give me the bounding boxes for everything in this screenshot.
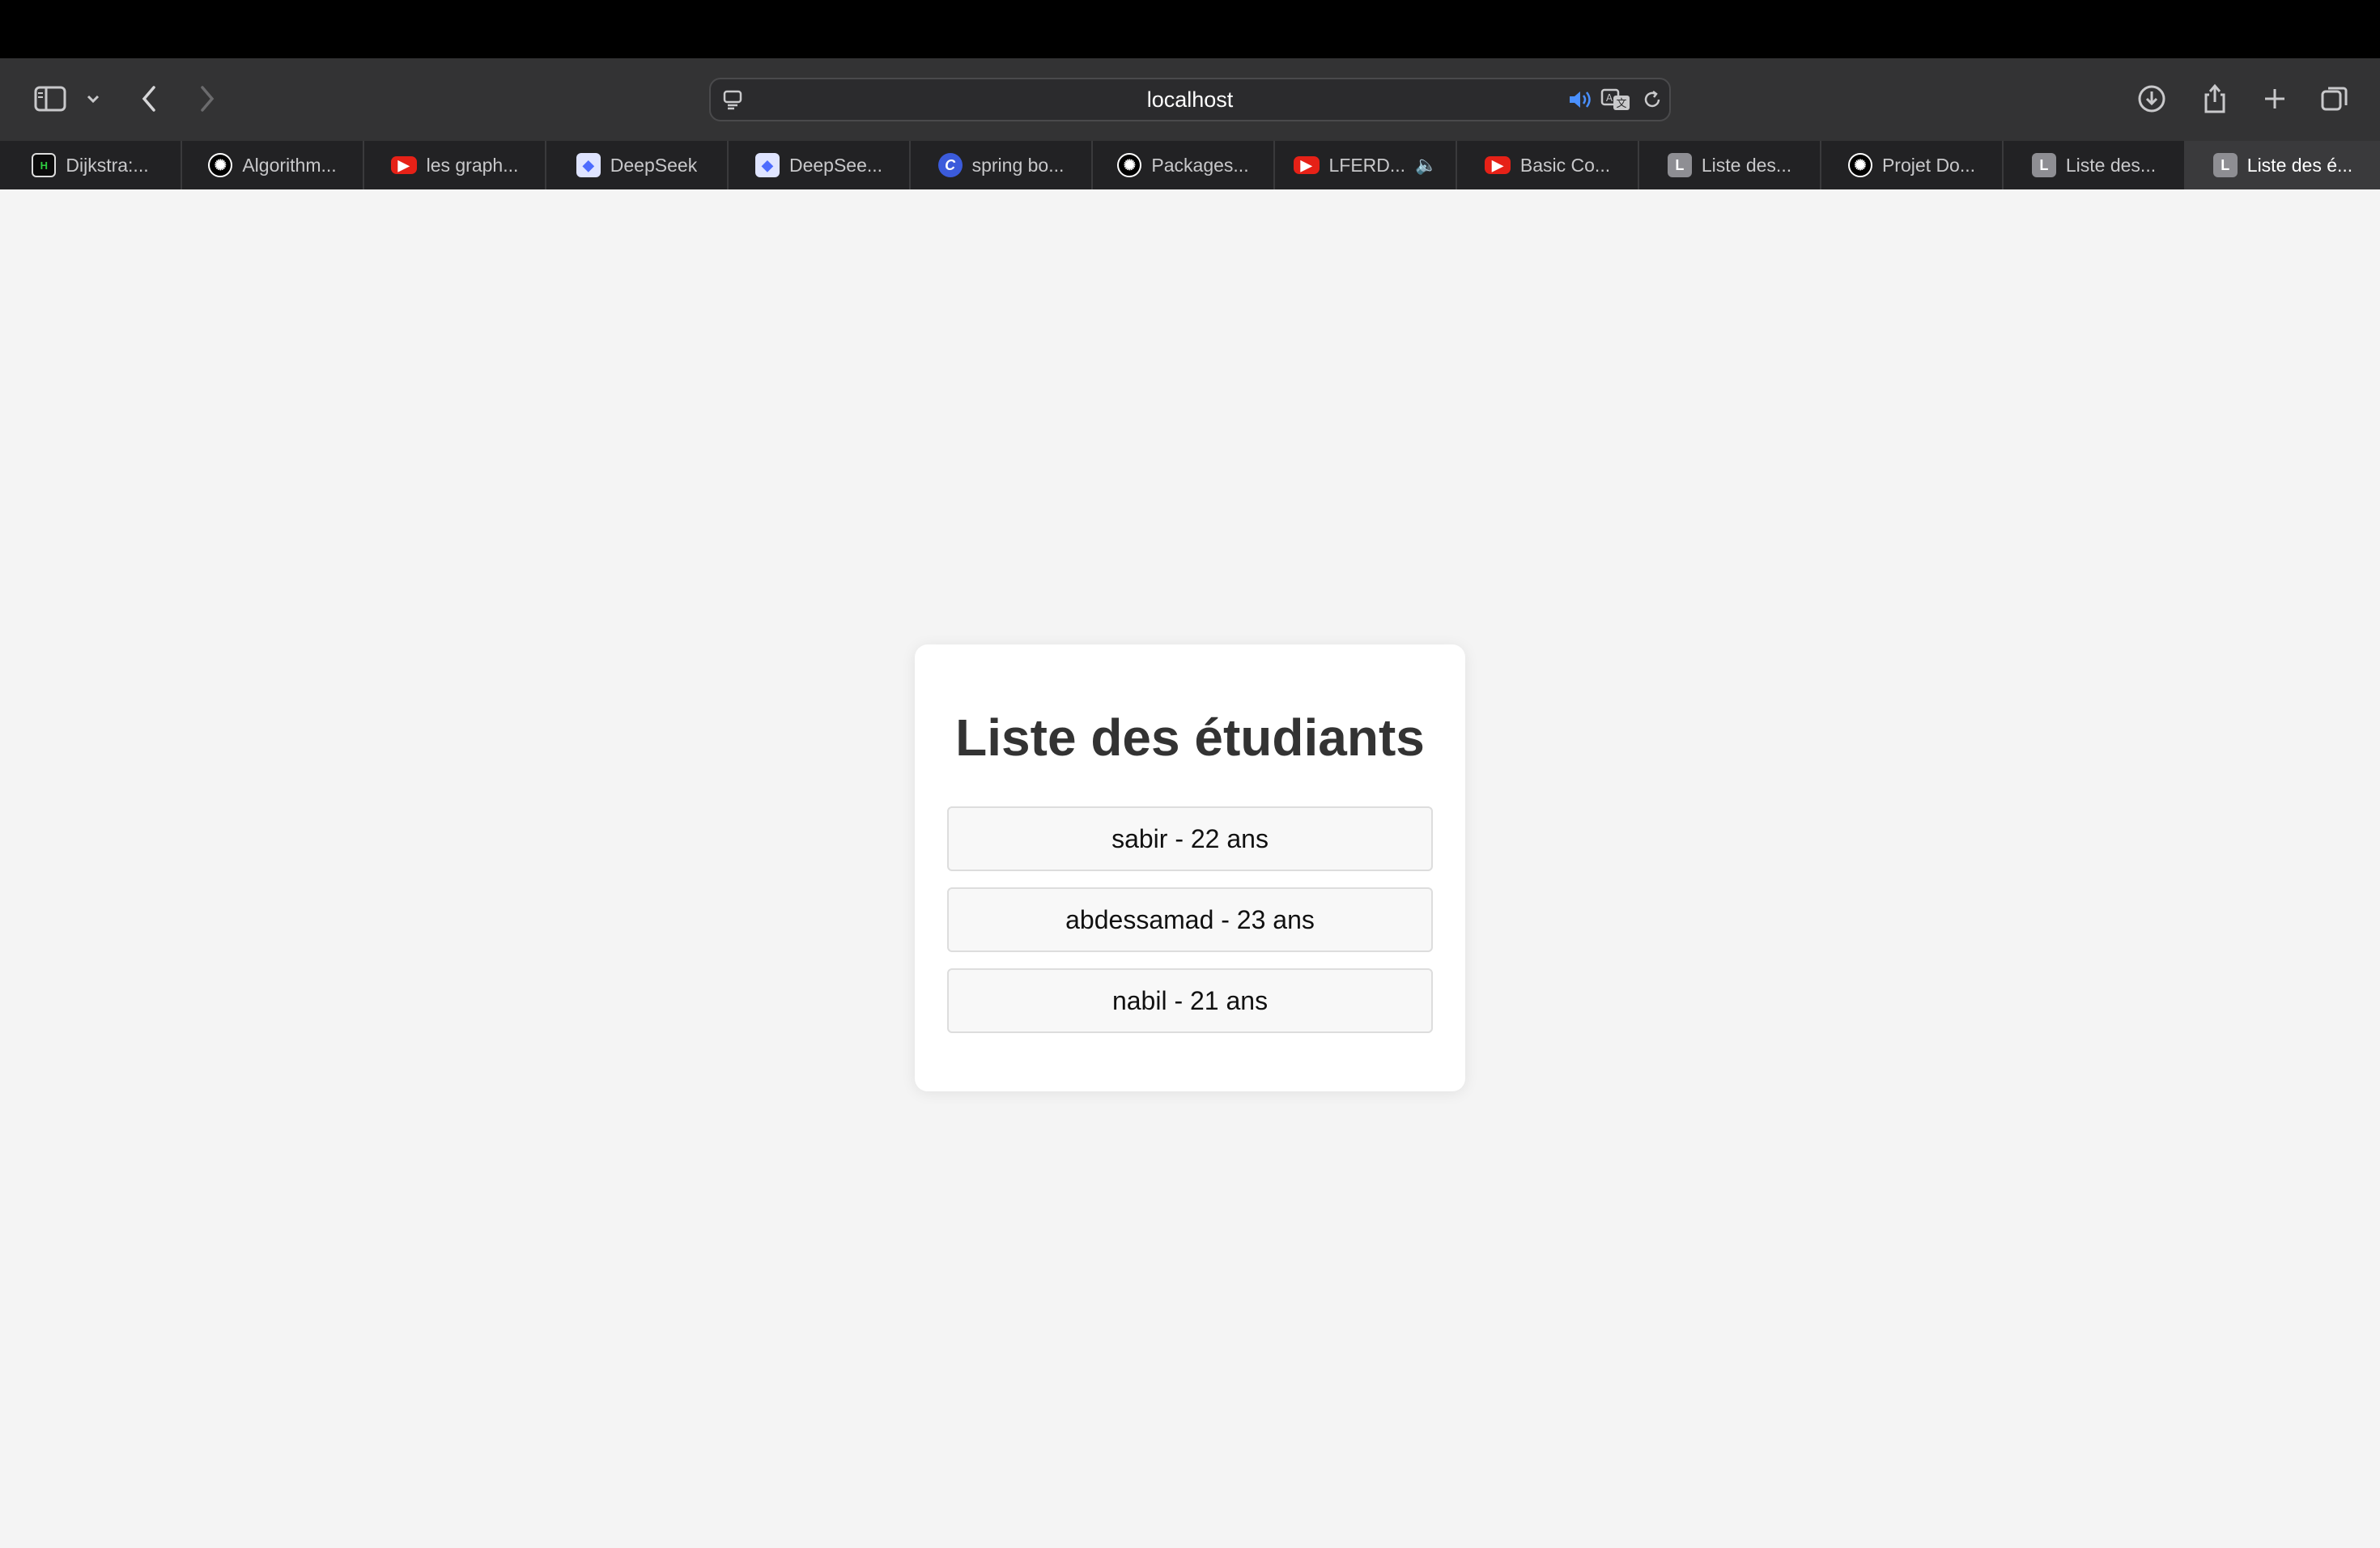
tab-3[interactable]: ◆ DeepSeek xyxy=(546,141,729,189)
menu-bar xyxy=(0,0,2380,58)
letter-icon: L xyxy=(2212,153,2238,177)
page-title: Liste des étudiants xyxy=(955,708,1425,767)
deepseek-icon: ◆ xyxy=(754,153,780,177)
new-tab-icon[interactable] xyxy=(2259,83,2291,115)
back-icon[interactable] xyxy=(134,81,164,117)
tab-overview-icon[interactable] xyxy=(2318,83,2351,115)
tab-label: Projet Do... xyxy=(1881,154,1976,176)
letter-icon: L xyxy=(1667,153,1692,177)
tab-label: Algorithm... xyxy=(242,154,337,176)
forward-icon[interactable] xyxy=(193,81,222,117)
svg-text:文: 文 xyxy=(1616,98,1626,110)
speaker-icon[interactable] xyxy=(1566,87,1595,112)
tab-5[interactable]: Cspring bo... xyxy=(911,141,1093,189)
youtube-icon: ▶ xyxy=(1484,156,1511,174)
tab-7[interactable]: ▶ LFERD... 🔈 xyxy=(1275,141,1457,189)
reload-icon[interactable] xyxy=(1640,87,1664,112)
youtube-icon: ▶ xyxy=(1293,156,1320,174)
tab-2[interactable]: ▶ les graph... xyxy=(364,141,546,189)
sidebar-toggle-icon[interactable] xyxy=(29,81,71,117)
tab-12-active[interactable]: L Liste des é... xyxy=(2186,141,2380,189)
tab-6[interactable]: ✺ Packages... xyxy=(1093,141,1275,189)
tab-label: spring bo... xyxy=(971,154,1065,176)
tab-0[interactable]: H Dijkstra:... xyxy=(0,141,182,189)
download-icon[interactable] xyxy=(2136,83,2168,115)
tab-label: Liste des... xyxy=(2065,154,2157,176)
letter-icon: L xyxy=(2031,153,2056,177)
chatgpt-icon: ✺ xyxy=(1847,153,1872,177)
hackerearth-icon: H xyxy=(32,153,57,177)
list-item: abdessamad - 23 ans xyxy=(947,887,1433,952)
tab-label: Dijkstra:... xyxy=(66,154,149,176)
tab-4[interactable]: ◆ DeepSee... xyxy=(729,141,911,189)
tab-label: Liste des... xyxy=(1701,154,1792,176)
list-item: nabil - 21 ans xyxy=(947,968,1433,1033)
tab-8[interactable]: ▶ Basic Co... xyxy=(1457,141,1639,189)
tab-label: Basic Co... xyxy=(1519,154,1611,176)
translate-icon[interactable]: 文A xyxy=(1600,87,1632,112)
address-text[interactable]: localhost xyxy=(711,79,1669,120)
share-icon[interactable] xyxy=(2199,79,2231,117)
list-item: sabir - 22 ans xyxy=(947,806,1433,871)
deepseek-icon: ◆ xyxy=(576,153,601,177)
chatgpt-icon: ✺ xyxy=(208,153,233,177)
svg-text:A: A xyxy=(1606,92,1613,104)
tab-10[interactable]: ✺ Projet Do... xyxy=(1821,141,2004,189)
tab-label: LFERD... xyxy=(1328,154,1406,176)
chevron-down-icon[interactable] xyxy=(83,87,104,110)
tab-11[interactable]: L Liste des... xyxy=(2004,141,2186,189)
chatgpt-icon: ✺ xyxy=(1117,153,1142,177)
tab-label: les graph... xyxy=(426,154,519,176)
audio-playing-icon[interactable]: 🔈 xyxy=(1415,155,1437,176)
c-icon: C xyxy=(937,153,963,177)
tab-bar: H Dijkstra:... ✺ Algorithm... ▶ les graph..… xyxy=(0,141,2380,189)
youtube-icon: ▶ xyxy=(390,156,417,174)
tab-label: DeepSeek xyxy=(610,154,698,176)
tab-label: Packages... xyxy=(1151,154,1249,176)
tab-label: DeepSee... xyxy=(788,154,883,176)
student-card: Liste des étudiants sabir - 22 ans abdes… xyxy=(915,644,1465,1091)
tab-1[interactable]: ✺ Algorithm... xyxy=(182,141,364,189)
tab-9[interactable]: L Liste des... xyxy=(1639,141,1821,189)
address-bar[interactable]: localhost 文A xyxy=(709,78,1671,121)
tab-label: Liste des é... xyxy=(2246,154,2353,176)
